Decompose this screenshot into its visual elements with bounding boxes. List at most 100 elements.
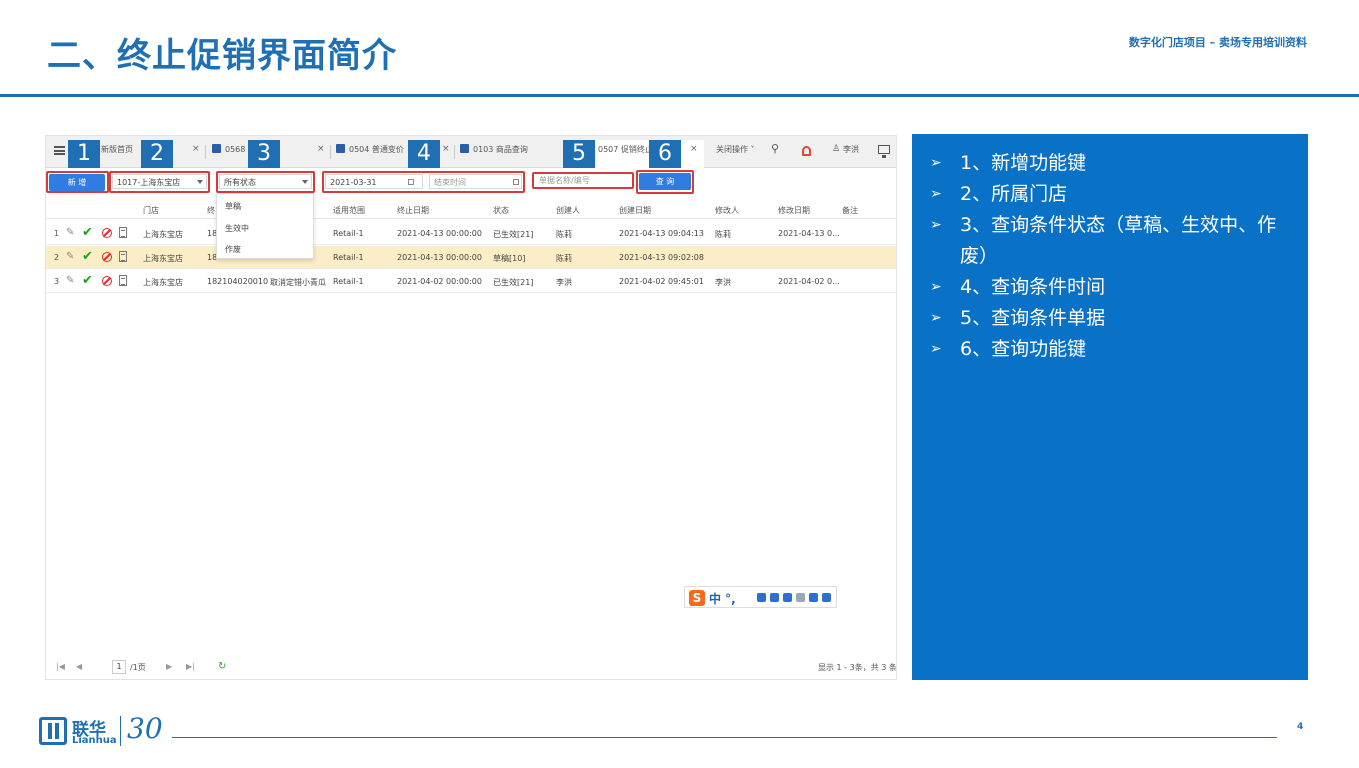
add-button[interactable]: 新 增 — [49, 174, 105, 191]
calendar-icon[interactable] — [408, 179, 414, 185]
cell-modified: 2021-04-02 0... — [778, 277, 840, 286]
arrow-bullet-icon: ➢ — [930, 155, 942, 171]
note-text: 2、所属门店 — [960, 183, 1068, 205]
cell-end-date: 2021-04-13 00:00:00 — [397, 229, 482, 238]
end-date-input[interactable]: 结束时间 — [429, 174, 522, 189]
column-header: 终 — [207, 206, 215, 215]
status-option-active[interactable]: 生效中 — [225, 223, 249, 234]
chevron-down-icon — [197, 180, 203, 184]
table-row[interactable]: 3 ✎ ✔ 上海东宝店 182104020010 取消定错小青瓜 Retail-… — [46, 270, 896, 293]
page-input[interactable]: 1 — [112, 660, 126, 674]
monitor-stand-icon — [882, 155, 886, 158]
edit-icon[interactable]: ✎ — [66, 252, 76, 262]
total-pages: /1页 — [130, 663, 146, 672]
status-select[interactable]: 所有状态 — [219, 174, 312, 189]
arrow-bullet-icon: ➢ — [930, 217, 942, 233]
cancel-icon[interactable] — [102, 228, 112, 238]
cell-end-date: 2021-04-02 00:00:00 — [397, 277, 482, 286]
user-name[interactable]: 李洪 — [843, 144, 859, 155]
close-icon[interactable]: × — [690, 144, 698, 154]
emoji-icon[interactable] — [757, 593, 766, 602]
monitor-icon[interactable] — [878, 145, 890, 154]
cell-scope: Retail-1 — [333, 229, 364, 238]
grid-icon[interactable] — [822, 593, 831, 602]
cell-store: 上海东宝店 — [143, 278, 183, 287]
table-row[interactable]: 2 ✎ ✔ 上海东宝店 18 Retail-1 2021-04-13 00:00… — [46, 246, 896, 269]
skin-icon[interactable] — [809, 593, 818, 602]
query-button[interactable]: 查 询 — [639, 173, 691, 190]
cell-modifier: 陈莉 — [715, 230, 731, 239]
edit-icon[interactable]: ✎ — [66, 228, 76, 238]
cell-scope: Retail-1 — [333, 253, 364, 262]
cancel-icon[interactable] — [102, 252, 112, 262]
tab-0504[interactable]: 0504 普通变价 — [336, 144, 404, 155]
cell-store: 上海东宝店 — [143, 230, 183, 239]
close-icon[interactable]: × — [317, 144, 325, 154]
tools-icon[interactable] — [796, 593, 805, 602]
table-header: 门店 终 适用范围 终止日期 状态 创建人 创建日期 修改人 修改日期 备注 — [46, 201, 896, 219]
note-text: 5、查询条件单据 — [960, 307, 1106, 329]
document-icon[interactable] — [119, 227, 127, 238]
prev-page-icon[interactable]: ◀ — [76, 662, 82, 671]
logo-divider — [120, 716, 121, 746]
note-item: ➢ 5、查询条件单据 — [930, 303, 1292, 334]
cell-scope: Retail-1 — [333, 277, 364, 286]
close-ops-menu[interactable]: 关闭操作 ˅ — [716, 144, 755, 155]
callout-3: 3 — [248, 140, 280, 168]
note-item: ➢ 4、查询条件时间 — [930, 272, 1292, 303]
check-icon[interactable]: ✔ — [82, 250, 93, 263]
calendar-icon[interactable] — [513, 179, 519, 185]
cell-status: 已生效[21] — [493, 278, 534, 287]
last-page-icon[interactable]: ▶| — [186, 662, 195, 671]
doc-search-input[interactable]: 单据名称/编号 — [535, 174, 631, 187]
tab-separator — [454, 145, 455, 159]
lianhua-logo-icon — [39, 717, 67, 745]
tab-0103[interactable]: 0103 商品查询 — [460, 144, 528, 155]
logo-english: Lianhua — [72, 735, 117, 746]
tab-bar: 新版首页 × 0568 报...询 × 0504 普通变价 × 0103 商品查… — [46, 136, 896, 168]
ime-mode[interactable]: 中 °, — [709, 590, 736, 607]
status-dropdown: 草稿 生效中 作废 — [216, 193, 314, 259]
close-icon[interactable]: × — [442, 144, 450, 154]
bell-icon[interactable] — [802, 146, 811, 156]
note-text: 1、新增功能键 — [960, 152, 1087, 174]
check-icon[interactable]: ✔ — [82, 226, 93, 239]
arrow-bullet-icon: ➢ — [930, 310, 942, 326]
column-header: 状态 — [493, 206, 509, 215]
column-header: 门店 — [143, 206, 159, 215]
refresh-icon[interactable]: ↻ — [218, 661, 226, 672]
menu-icon[interactable] — [54, 146, 65, 155]
page-number: 4 — [1297, 722, 1304, 732]
tab-label: 0103 商品查询 — [473, 145, 528, 154]
tab-label: 0504 普通变价 — [349, 145, 404, 154]
callout-2: 2 — [141, 140, 173, 168]
tab-doc-icon — [212, 144, 221, 153]
tab-0507[interactable]: 0507 促销终止 — [598, 144, 653, 155]
search-icon[interactable]: ⚲ — [771, 142, 779, 155]
status-option-draft[interactable]: 草稿 — [225, 201, 241, 212]
pager-summary: 显示 1 - 3条，共 3 条 — [818, 663, 897, 672]
row-number: 1 — [54, 229, 60, 238]
close-icon[interactable]: × — [192, 144, 200, 154]
mic-icon[interactable] — [770, 593, 779, 602]
next-page-icon[interactable]: ▶ — [166, 662, 172, 671]
cancel-icon[interactable] — [102, 276, 112, 286]
cell-name: 取消定错小青瓜 — [270, 278, 326, 287]
cell-creator: 李洪 — [556, 278, 572, 287]
tab-home[interactable]: 新版首页 — [101, 144, 133, 155]
keyboard-icon[interactable] — [783, 593, 792, 602]
user-icon[interactable]: ♙ — [832, 144, 840, 154]
store-select[interactable]: 1017-上海东宝店 — [112, 174, 207, 189]
ime-toolbar[interactable]: S 中 °, — [684, 586, 837, 608]
callout-5: 5 — [563, 140, 595, 168]
cell-code: 182104020010 — [207, 277, 269, 286]
table-row[interactable]: 1 ✎ ✔ 上海东宝店 18 Retail-1 2021-04-13 00:00… — [46, 222, 896, 245]
document-icon[interactable] — [119, 275, 127, 286]
check-icon[interactable]: ✔ — [82, 274, 93, 287]
edit-icon[interactable]: ✎ — [66, 276, 76, 286]
first-page-icon[interactable]: |◀ — [56, 662, 65, 671]
tab-doc-icon — [336, 144, 345, 153]
status-option-void[interactable]: 作废 — [225, 244, 241, 255]
document-icon[interactable] — [119, 251, 127, 262]
cell-creator: 陈莉 — [556, 230, 572, 239]
